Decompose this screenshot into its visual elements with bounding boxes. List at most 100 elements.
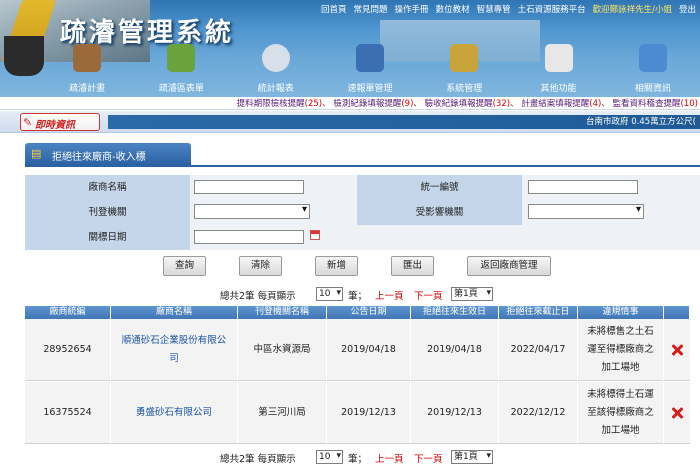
alert-link[interactable]: 驗收紀錄填報提醒	[425, 99, 493, 109]
notepad-icon	[544, 44, 573, 72]
menu-label: 疏濬計畫	[69, 84, 106, 94]
toplink-elearning[interactable]: 數位教材	[436, 3, 470, 15]
alert-link[interactable]: 檢測紀錄填報提醒	[333, 99, 401, 109]
news-ticker[interactable]: 台南市政府 0.45萬立方公尺(	[108, 115, 700, 129]
vendor-name-line: 司	[169, 353, 179, 364]
violation-line: 未將標得土石運	[587, 389, 654, 400]
alert-link[interactable]: 計畫結案填報提醒	[521, 99, 589, 109]
table-row: 16375524 勇盛砂石有限公司 第三河川局 2019/12/13 2019/…	[25, 382, 690, 444]
menu-item-related-info[interactable]: 相關資訊	[606, 40, 700, 96]
logout-link[interactable]: 登出	[679, 3, 696, 15]
menu-label: 其他功能	[540, 84, 577, 94]
violation-line: 至該得標廠商之	[587, 407, 654, 418]
col-header: 廠商名稱	[111, 306, 238, 319]
panel-title: 拒絕往來廠商-收入標	[52, 152, 146, 163]
form-row: 關標日期	[25, 225, 700, 250]
toplink-manual[interactable]: 操作手冊	[395, 3, 429, 15]
prev-page-link[interactable]: 上一頁	[375, 451, 404, 465]
alert-link[interactable]: 提料期限檢核提醒	[237, 99, 305, 109]
cell-delete	[664, 319, 690, 381]
violation-line: 加工場地	[601, 362, 640, 373]
app-header: 疏濬管理系統 回首頁 常見問題 操作手冊 數位教材 智慧專管 土石資源服務平台 …	[0, 0, 700, 97]
delete-icon[interactable]	[671, 344, 683, 356]
menu-label: 疏濬區表單	[158, 84, 204, 94]
news-tag-label: 即時資訊	[35, 120, 75, 131]
pager-total: 總共2筆 每頁顯示	[220, 454, 296, 465]
pager-total: 總共2筆 每頁顯示	[220, 291, 296, 302]
delete-icon[interactable]	[671, 407, 683, 419]
document-icon	[73, 44, 102, 72]
col-header: 廠商統編	[25, 306, 111, 319]
page-select[interactable]: 第1頁	[451, 287, 493, 301]
alert-count: (32)	[492, 99, 511, 109]
violation-line: 未將標售之土石	[587, 326, 654, 337]
prev-page-link[interactable]: 上一頁	[375, 288, 404, 302]
affected-agency-cell	[522, 200, 700, 225]
panel-divider	[25, 165, 700, 167]
excavator-bucket-graphic	[4, 36, 44, 76]
cell-violation: 未將標售之土石 運至得標廠商之 加工場地	[578, 319, 664, 381]
alert-link[interactable]: 監看資料稽查提醒	[613, 99, 681, 109]
page-select[interactable]: 第1頁	[451, 450, 493, 464]
menu-item-other[interactable]: 其他功能	[511, 40, 605, 96]
add-button[interactable]: 新增	[315, 256, 358, 276]
date-label: 關標日期	[25, 225, 190, 250]
menu-item-stats[interactable]: 統計報表	[229, 40, 323, 96]
cell-vendor-name[interactable]: 勇盛砂石有限公司	[111, 382, 238, 444]
publish-agency-select[interactable]	[194, 204, 310, 219]
menu-item-system[interactable]: 系統管理	[417, 40, 511, 96]
tax-id-cell	[522, 175, 700, 200]
vendor-name-label: 廠商名稱	[25, 175, 190, 200]
panel-header: ▤ 拒絕往來廠商-收入標	[25, 143, 191, 165]
date-input[interactable]	[194, 230, 304, 244]
clear-button[interactable]: 清除	[239, 256, 282, 276]
next-page-link[interactable]: 下一頁	[414, 451, 443, 465]
vendor-name-cell	[190, 175, 357, 200]
col-header: 公告日期	[327, 306, 411, 319]
toplink-faq[interactable]: 常見問題	[354, 3, 388, 15]
cell-expiry-date: 2022/12/12	[499, 382, 578, 444]
calendar-icon[interactable]	[310, 230, 320, 240]
violation-line: 運至得標廠商之	[587, 344, 654, 355]
main-menu: 疏濬計畫 疏濬區表單 統計報表 速報單管理 系統管理 其他功能 相關資訊	[40, 40, 700, 96]
col-header: 拒絕往來生效日	[411, 306, 499, 319]
col-header-action	[664, 306, 690, 319]
vendor-name-line: 勇盛砂石有限公司	[135, 407, 212, 418]
cell-announce-date: 2019/04/18	[327, 319, 411, 381]
back-to-vendor-button[interactable]: 返回廠商管理	[467, 256, 551, 276]
toplink-home[interactable]: 回首頁	[321, 3, 347, 15]
toplink-smart-pm[interactable]: 智慧專管	[477, 3, 511, 15]
page-size-select[interactable]: 10	[316, 287, 343, 301]
query-button[interactable]: 查詢	[163, 256, 206, 276]
cell-tax-id: 16375524	[25, 382, 111, 444]
vendor-name-input[interactable]	[194, 180, 304, 194]
page-size-select[interactable]: 10	[316, 450, 343, 464]
news-tag: ✎ 即時資訊	[20, 113, 100, 131]
next-page-link[interactable]: 下一頁	[414, 288, 443, 302]
cell-announce-date: 2019/12/13	[327, 382, 411, 444]
menu-item-dredge-plan[interactable]: 疏濬計畫	[40, 40, 134, 96]
col-header: 刊登機關名稱	[238, 306, 327, 319]
cell-vendor-name[interactable]: 順通砂石企業股份有限公 司	[111, 319, 238, 381]
river-icon	[167, 44, 196, 72]
menu-item-quick-report[interactable]: 速報單管理	[323, 40, 417, 96]
menu-item-area-forms[interactable]: 疏濬區表單	[134, 40, 228, 96]
menu-label: 速報單管理	[347, 84, 393, 94]
tax-id-label: 統一編號	[357, 175, 522, 200]
alert-count: (4)	[589, 99, 602, 109]
magnifier-icon	[261, 44, 290, 72]
violation-line: 加工場地	[601, 425, 640, 436]
cell-tax-id: 28952654	[25, 319, 111, 381]
cell-agency: 中區水資源局	[238, 319, 327, 381]
col-header: 違規情事	[578, 306, 664, 319]
toplink-soil-platform[interactable]: 土石資源服務平台	[518, 3, 586, 15]
alert-bar: 提料期限檢核提醒(25)、 檢測紀錄填報提醒(9)、 驗收紀錄填報提醒(32)、…	[0, 97, 700, 110]
affected-agency-select[interactable]	[528, 204, 644, 219]
export-button[interactable]: 匯出	[391, 256, 434, 276]
welcome-text: 歡迎鄭詠祥先生/小姐	[592, 5, 672, 15]
tax-id-input[interactable]	[528, 180, 638, 194]
cell-effective-date: 2019/12/13	[411, 382, 499, 444]
alert-count: (10)	[680, 99, 698, 109]
form-row: 刊登機關 受影響機關	[25, 200, 700, 225]
menu-label: 相關資訊	[634, 84, 671, 94]
